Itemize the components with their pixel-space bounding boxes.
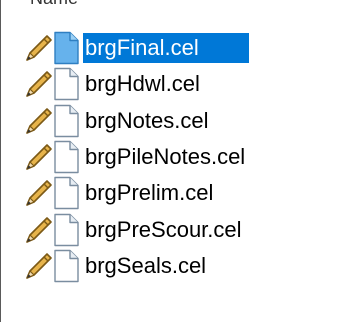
file-name[interactable]: brgSeals.cel: [83, 251, 210, 281]
file-row[interactable]: brgPrelim.cel: [22, 175, 349, 211]
file-name[interactable]: brgPrelim.cel: [83, 178, 217, 208]
document-icon: [54, 140, 79, 174]
pencil-icon: [26, 216, 52, 243]
file-row[interactable]: brgNotes.cel: [22, 103, 349, 139]
pencil-icon: [26, 253, 52, 279]
pencil-icon: [26, 144, 52, 170]
left-pane-border: [0, 0, 1, 322]
file-name[interactable]: brgHdwl.cel: [83, 69, 204, 99]
file-name[interactable]: brgNotes.cel: [83, 106, 213, 136]
document-icon: [54, 213, 79, 246]
file-name[interactable]: brgPreScour.cel: [83, 215, 246, 245]
document-icon: [54, 104, 79, 137]
pencil-icon: [26, 107, 52, 134]
pencil-icon: [26, 35, 52, 61]
file-row[interactable]: brgHdwl.cel: [22, 66, 349, 102]
file-name[interactable]: brgPileNotes.cel: [83, 142, 249, 172]
document-icon: [54, 177, 79, 210]
document-icon: [54, 68, 79, 101]
file-row[interactable]: brgFinal.cel: [22, 30, 349, 66]
document-icon: [54, 31, 79, 65]
file-name[interactable]: brgFinal.cel: [83, 33, 249, 64]
file-list: brgFinal.cel brgHdwl.cel brgNotes.cel br…: [22, 30, 349, 284]
pencil-icon: [26, 71, 52, 98]
document-icon: [54, 249, 79, 283]
name-column-header[interactable]: Name: [30, 0, 78, 9]
file-row[interactable]: brgPreScour.cel: [22, 211, 349, 247]
file-row[interactable]: brgPileNotes.cel: [22, 139, 349, 175]
pencil-icon: [26, 180, 52, 207]
file-row[interactable]: brgSeals.cel: [22, 248, 349, 284]
